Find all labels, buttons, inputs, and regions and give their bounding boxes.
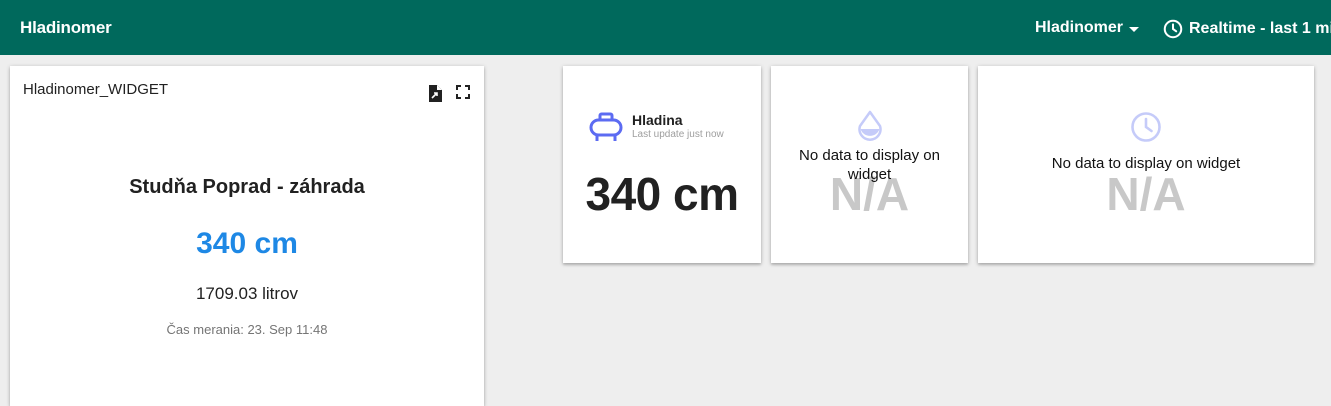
measure-time: Čas merania: 23. Sep 11:48 xyxy=(166,322,328,337)
widget-title: Hladinomer_WIDGET xyxy=(23,81,169,98)
timewindow-button[interactable]: Realtime - last 1 minute xyxy=(1162,18,1331,40)
fullscreen-icon[interactable] xyxy=(456,85,470,107)
top-toolbar: Hladinomer Hladinomer Realtime - last 1 … xyxy=(0,0,1331,55)
main-widget-card: Hladinomer_WIDGET Studňa Poprad - záhrad… xyxy=(10,66,484,406)
value-card-hladina: Hladina Last update just now 340 cm xyxy=(563,66,761,263)
nodata-value: N/A xyxy=(1106,168,1186,220)
dashboard-selector-label: Hladinomer xyxy=(1035,19,1124,36)
app-title: Hladinomer xyxy=(20,18,112,37)
nodata-card-1: N/A No data to display on widget xyxy=(771,66,968,263)
dashboard-selector[interactable]: Hladinomer xyxy=(1035,19,1140,37)
chevron-down-icon xyxy=(1129,26,1140,32)
tank-icon xyxy=(589,112,623,141)
export-file-icon[interactable] xyxy=(428,85,442,107)
nodata-message: No data to display on widget xyxy=(1051,155,1241,172)
clock-icon xyxy=(1131,112,1161,142)
value-card-label: Hladina xyxy=(632,112,683,128)
level-value: 340 cm xyxy=(196,227,298,260)
nodata-message: No data to display on widget xyxy=(799,147,940,183)
value-card-value: 340 cm xyxy=(585,168,739,220)
volume-value: 1709.03 litrov xyxy=(195,284,299,303)
timewindow-label: Realtime - last 1 minute xyxy=(1189,20,1331,37)
nodata-card-2: N/A No data to display on widget xyxy=(978,66,1314,263)
water-drop-icon xyxy=(857,110,882,141)
clock-icon xyxy=(1163,19,1183,39)
well-name: Studňa Poprad - záhrada xyxy=(129,176,365,198)
widget-actions xyxy=(428,85,470,107)
value-card-last-update: Last update just now xyxy=(632,129,724,140)
